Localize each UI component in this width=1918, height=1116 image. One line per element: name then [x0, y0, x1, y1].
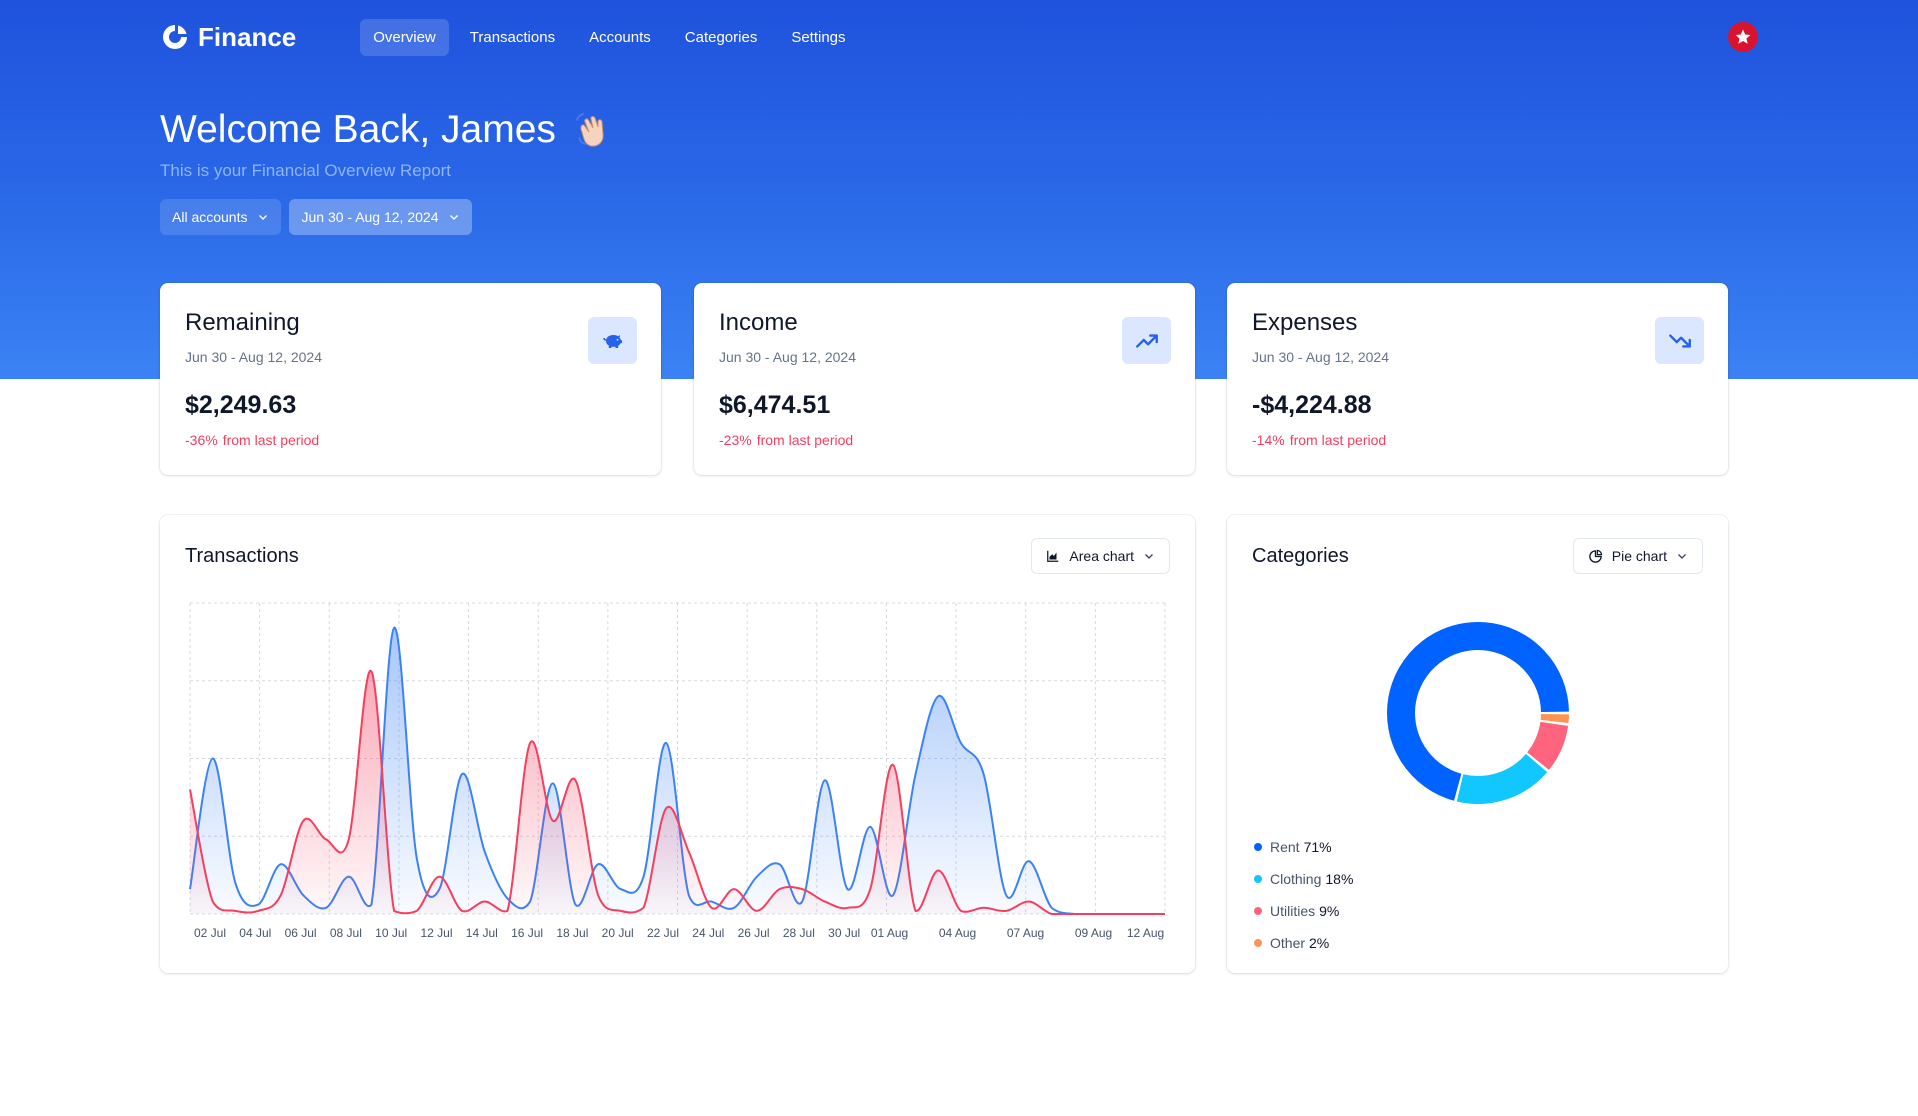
stat-value: -$4,224.88 — [1252, 391, 1372, 419]
x-tick-label: 14 Jul — [466, 926, 498, 940]
change-percent: -23% — [719, 432, 752, 448]
change-percent: -14% — [1252, 432, 1285, 448]
pie-slice-utilities[interactable] — [1526, 721, 1569, 770]
change-percent: -36% — [185, 432, 218, 448]
x-tick-label: 24 Jul — [692, 926, 724, 940]
x-axis-labels: 02 Jul 04 Jul 06 Jul 08 Jul 10 Jul 12 Jul 14 J… — [194, 926, 1164, 940]
legend-item-clothing: Clothing 18% — [1254, 863, 1353, 895]
stat-value: $2,249.63 — [185, 391, 297, 419]
filters: All accounts Jun 30 - Aug 12, 2024 — [160, 199, 473, 235]
date-range-select[interactable]: Jun 30 - Aug 12, 2024 — [289, 199, 473, 235]
legend-dot — [1254, 875, 1262, 883]
trending-up-icon — [1122, 317, 1171, 364]
legend-dot — [1254, 939, 1262, 947]
x-tick-label: 12 Jul — [420, 926, 452, 940]
x-tick-label: 18 Jul — [556, 926, 588, 940]
stat-title: Income — [719, 309, 798, 336]
transactions-panel: Transactions Area chart 02 Jul 04 Jul 06 J… — [160, 515, 1195, 973]
legend-percent: 2% — [1309, 935, 1330, 951]
x-tick-label: 12 Aug — [1127, 926, 1164, 940]
logo-icon — [163, 25, 187, 49]
legend-dot — [1254, 907, 1262, 915]
x-tick-label: 04 Jul — [239, 926, 271, 940]
stat-range: Jun 30 - Aug 12, 2024 — [1252, 349, 1389, 365]
stat-change: -14% from last period — [1252, 432, 1386, 448]
nav-accounts[interactable]: Accounts — [576, 19, 664, 56]
legend-percent: 9% — [1319, 903, 1340, 919]
x-tick-label: 28 Jul — [783, 926, 815, 940]
chevron-down-icon — [450, 215, 459, 220]
expenses-card: Expenses Jun 30 - Aug 12, 2024 -$4,224.8… — [1227, 283, 1728, 475]
date-range-label: Jun 30 - Aug 12, 2024 — [301, 209, 439, 225]
legend-item-utilities: Utilities 9% — [1254, 895, 1353, 927]
x-tick-label: 10 Jul — [375, 926, 407, 940]
legend-dot — [1254, 843, 1262, 851]
change-label: from last period — [1289, 432, 1387, 448]
legend-label: Other — [1270, 935, 1306, 951]
x-tick-label: 04 Aug — [939, 926, 976, 940]
stat-range: Jun 30 - Aug 12, 2024 — [185, 349, 322, 365]
nav-links: Overview Transactions Accounts Categorie… — [360, 18, 858, 56]
stat-change: -36% from last period — [185, 432, 319, 448]
nav-settings[interactable]: Settings — [778, 19, 858, 56]
legend-percent: 71% — [1303, 839, 1332, 855]
waving-hand-icon — [576, 113, 604, 147]
categories-legend: Rent 71% Clothing 18% Utilities 9% Other 2% — [1254, 831, 1353, 959]
piggy-bank-icon — [588, 317, 637, 364]
stat-title: Expenses — [1252, 309, 1358, 336]
x-tick-label: 01 Aug — [871, 926, 908, 940]
legend-label: Clothing — [1270, 871, 1322, 887]
x-tick-label: 22 Jul — [647, 926, 679, 940]
x-tick-label: 08 Jul — [330, 926, 362, 940]
nav-categories[interactable]: Categories — [672, 19, 771, 56]
welcome-title: Welcome Back, James — [160, 108, 556, 151]
stat-value: $6,474.51 — [719, 391, 831, 419]
categories-panel: Categories Pie chart Rent 71% Clothing 18% U… — [1227, 515, 1728, 973]
x-tick-label: 26 Jul — [738, 926, 770, 940]
star-icon — [1735, 29, 1751, 44]
legend-label: Rent — [1270, 839, 1300, 855]
legend-label: Utilities — [1270, 903, 1316, 919]
brand[interactable]: Finance — [160, 22, 296, 53]
account-select[interactable]: All accounts — [160, 199, 282, 235]
change-label: from last period — [756, 432, 854, 448]
legend-percent: 18% — [1325, 871, 1354, 887]
stat-range: Jun 30 - Aug 12, 2024 — [719, 349, 856, 365]
stat-change: -23% from last period — [719, 432, 853, 448]
welcome-subtitle: This is your Financial Overview Report — [160, 161, 451, 180]
income-card: Income Jun 30 - Aug 12, 2024 $6,474.51 -… — [694, 283, 1195, 475]
x-tick-label: 20 Jul — [602, 926, 634, 940]
brand-name: Finance — [198, 21, 297, 52]
remaining-card: Remaining Jun 30 - Aug 12, 2024 $2,249.6… — [160, 283, 661, 475]
legend-item-rent: Rent 71% — [1254, 831, 1353, 863]
welcome-heading: Welcome Back, James — [160, 108, 612, 152]
transactions-area-chart: 02 Jul 04 Jul 06 Jul 08 Jul 10 Jul 12 Jul 14 J… — [189, 602, 1166, 940]
x-tick-label: 02 Jul — [194, 926, 226, 940]
categories-donut-chart — [1387, 622, 1569, 804]
x-tick-label: 16 Jul — [511, 926, 543, 940]
x-tick-label: 09 Aug — [1075, 926, 1112, 940]
x-tick-label: 06 Jul — [285, 926, 317, 940]
pie-slice-clothing[interactable] — [1456, 753, 1548, 804]
chevron-down-icon — [259, 215, 268, 220]
account-select-label: All accounts — [172, 209, 248, 225]
legend-item-other: Other 2% — [1254, 927, 1353, 959]
change-label: from last period — [222, 432, 320, 448]
nav-transactions[interactable]: Transactions — [457, 19, 568, 56]
x-tick-label: 30 Jul — [828, 926, 860, 940]
x-tick-label: 07 Aug — [1007, 926, 1044, 940]
trending-down-icon — [1655, 317, 1704, 364]
user-avatar[interactable] — [1728, 22, 1758, 52]
stat-title: Remaining — [185, 309, 300, 336]
top-nav: Finance Overview Transactions Accounts C… — [160, 18, 859, 56]
nav-overview[interactable]: Overview — [360, 18, 449, 56]
